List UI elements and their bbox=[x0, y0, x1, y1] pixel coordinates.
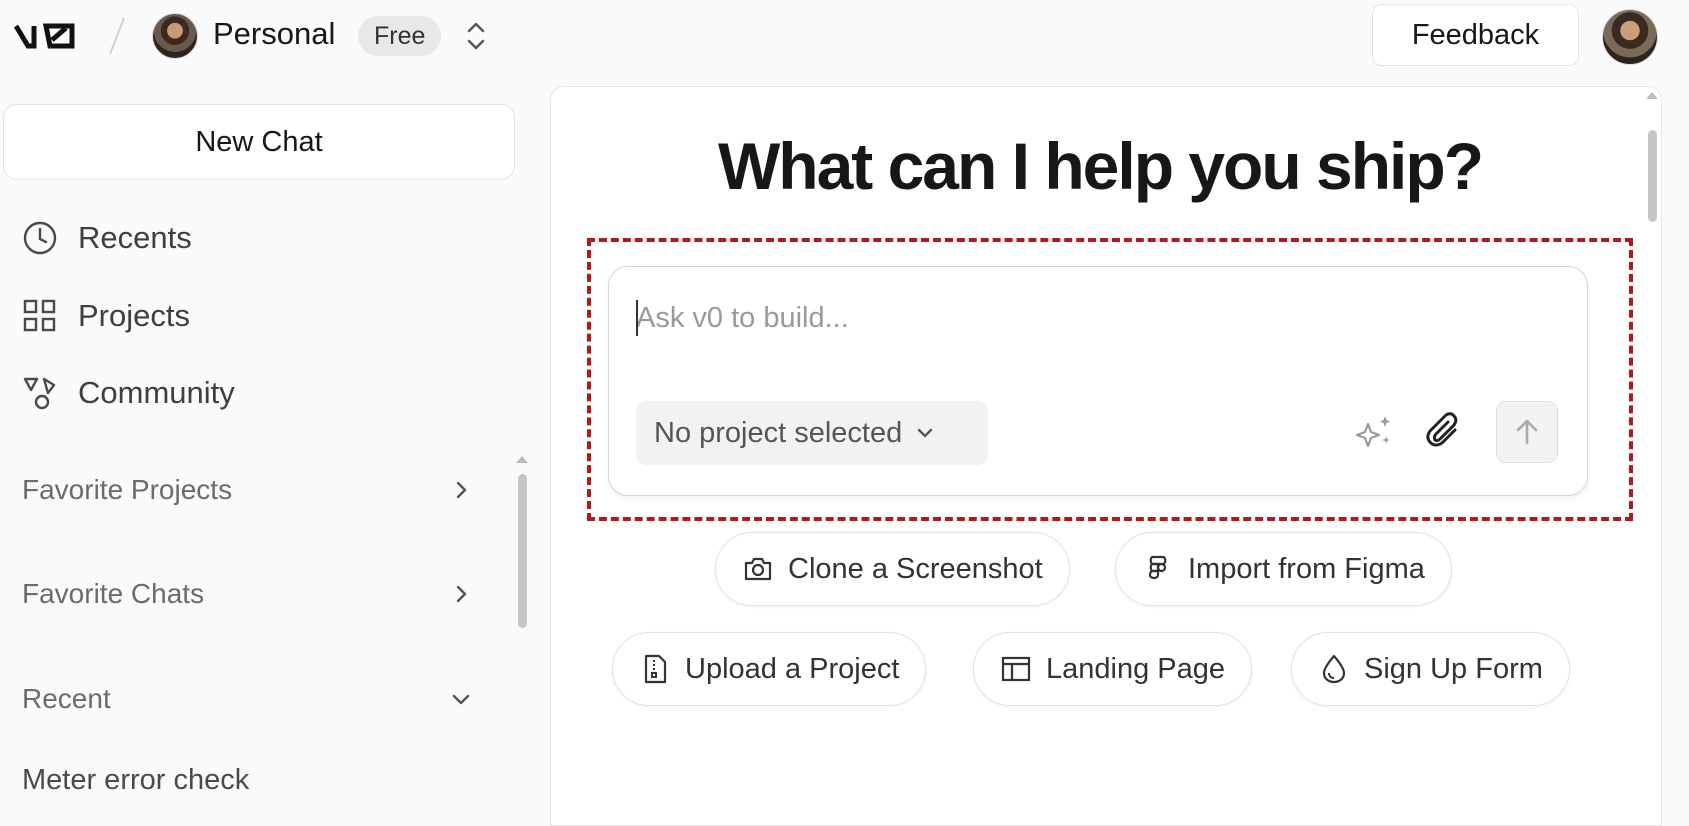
sidebar-item-label: Projects bbox=[78, 298, 190, 333]
sidebar-item-recents[interactable]: Recents bbox=[22, 216, 192, 260]
top-bar: Personal Free Feedback bbox=[0, 0, 1689, 74]
page-title: What can I help you ship? bbox=[717, 129, 1484, 203]
sidebar-item-label: Community bbox=[78, 375, 235, 410]
recent-section[interactable]: Recent bbox=[22, 677, 472, 721]
chevron-down-icon bbox=[452, 694, 470, 705]
droplet-icon bbox=[1322, 654, 1346, 684]
favorite-projects-section[interactable]: Favorite Projects bbox=[22, 468, 472, 512]
section-label: Favorite Projects bbox=[22, 474, 233, 505]
grid-icon bbox=[23, 299, 56, 332]
v0-logo[interactable] bbox=[14, 20, 80, 52]
chevron-right-icon bbox=[456, 585, 467, 603]
breadcrumb-separator bbox=[109, 17, 125, 55]
section-label: Favorite Chats bbox=[22, 578, 205, 609]
sidebar-scroll-up-arrow[interactable] bbox=[516, 456, 528, 463]
team-name[interactable]: Personal bbox=[213, 16, 335, 52]
recent-chat-item[interactable]: Meter error check bbox=[22, 764, 249, 797]
figma-icon bbox=[1148, 555, 1167, 580]
favorite-chats-section[interactable]: Favorite Chats bbox=[22, 572, 472, 616]
import-figma-button[interactable]: Import from Figma bbox=[1115, 532, 1452, 606]
highlight-annotation bbox=[587, 238, 1633, 521]
sidebar-item-label: Recents bbox=[78, 220, 192, 255]
sidebar-item-community[interactable]: Community bbox=[22, 371, 235, 415]
new-chat-button[interactable]: New Chat bbox=[3, 104, 515, 180]
feedback-button[interactable]: Feedback bbox=[1372, 4, 1579, 66]
chip-label: Landing Page bbox=[1046, 652, 1225, 685]
section-label: Recent bbox=[22, 683, 111, 714]
chip-label: Import from Figma bbox=[1188, 552, 1425, 585]
chip-label: Upload a Project bbox=[685, 652, 900, 685]
clone-screenshot-button[interactable]: Clone a Screenshot bbox=[715, 532, 1070, 606]
upload-project-button[interactable]: Upload a Project bbox=[612, 632, 927, 706]
chevron-up-down-icon[interactable] bbox=[463, 19, 489, 53]
chip-label: Sign Up Form bbox=[1364, 652, 1543, 685]
chip-label: Clone a Screenshot bbox=[788, 552, 1043, 585]
shapes-icon bbox=[23, 377, 56, 410]
sidebar-scrollbar[interactable] bbox=[518, 474, 527, 628]
landing-page-button[interactable]: Landing Page bbox=[973, 632, 1252, 706]
plan-badge: Free bbox=[358, 16, 442, 56]
main-scroll-up-arrow[interactable] bbox=[1646, 92, 1658, 99]
team-avatar[interactable] bbox=[152, 13, 198, 59]
clock-icon bbox=[23, 221, 57, 255]
camera-icon bbox=[744, 557, 772, 581]
layout-icon bbox=[1001, 656, 1031, 682]
sidebar-item-projects[interactable]: Projects bbox=[22, 294, 190, 338]
sign-up-form-button[interactable]: Sign Up Form bbox=[1291, 632, 1570, 706]
user-avatar[interactable] bbox=[1602, 9, 1658, 65]
chevron-right-icon bbox=[456, 481, 467, 499]
file-zip-icon bbox=[644, 654, 667, 684]
